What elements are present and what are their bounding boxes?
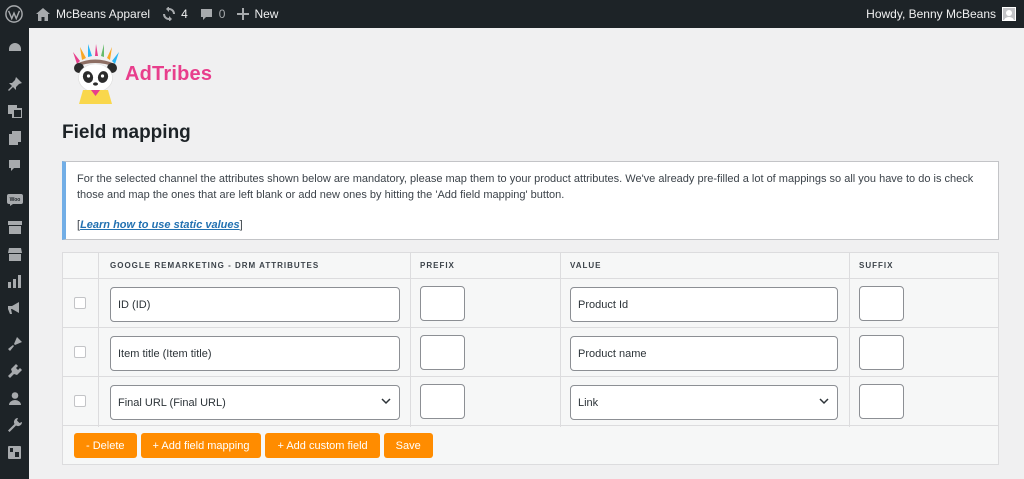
appearance-icon[interactable] [0, 334, 29, 354]
value-text: Product Id [578, 298, 629, 311]
site-name-label: McBeans Apparel [56, 7, 151, 21]
adtribes-mascot-icon [73, 44, 119, 104]
suffix-input[interactable] [859, 286, 904, 321]
comments-icon[interactable] [0, 155, 29, 175]
suffix-input[interactable] [859, 384, 904, 419]
row-checkbox[interactable] [74, 297, 86, 309]
attribute-value: Item title (Item title) [118, 347, 212, 360]
comments-count: 0 [218, 7, 226, 21]
bracket-close: ] [239, 219, 243, 231]
updates-link[interactable]: 4 [156, 0, 194, 28]
svg-text:Woo: Woo [9, 197, 20, 203]
settings-icon[interactable] [0, 442, 29, 462]
avatar [1002, 7, 1016, 21]
header-value: VALUE [570, 261, 602, 270]
prefix-input[interactable] [420, 335, 465, 370]
row-checkbox[interactable] [74, 395, 86, 407]
prefix-input[interactable] [420, 286, 465, 321]
delete-button[interactable]: - Delete [74, 433, 137, 458]
add-custom-field-button[interactable]: + Add custom field [265, 433, 380, 458]
updates-count: 4 [181, 7, 188, 21]
greeting-text: Howdy, Benny McBeans [866, 7, 996, 21]
store-icon[interactable] [0, 244, 29, 264]
attribute-input[interactable]: ID (ID) [110, 287, 400, 322]
adtribes-logo: AdTribes [67, 44, 212, 104]
account-menu[interactable]: Howdy, Benny McBeans [860, 0, 1024, 28]
comments-link[interactable]: 0 [194, 0, 232, 28]
updates-icon [163, 7, 176, 21]
value-input[interactable]: Product Id [570, 287, 838, 322]
value-select[interactable]: Link [570, 385, 838, 420]
notice-link-line: [Learn how to use static values] [77, 217, 987, 233]
field-mapping-table: GOOGLE REMARKETING - DRM ATTRIBUTES PREF… [62, 252, 999, 465]
table-header: GOOGLE REMARKETING - DRM ATTRIBUTES PREF… [63, 253, 998, 279]
page-title: Field mapping [62, 122, 191, 143]
brand-name: AdTribes [125, 62, 213, 85]
users-icon[interactable] [0, 388, 29, 408]
info-notice: For the selected channel the attributes … [62, 161, 999, 240]
main-content: AdTribes Field mapping For the selected … [29, 28, 1024, 479]
suffix-input[interactable] [859, 335, 904, 370]
header-attributes: GOOGLE REMARKETING - DRM ATTRIBUTES [110, 261, 320, 270]
site-name-link[interactable]: McBeans Apparel [30, 0, 156, 28]
woocommerce-icon[interactable]: Woo [0, 190, 29, 210]
value-text: Product name [578, 347, 647, 360]
plus-icon [237, 8, 250, 20]
add-field-mapping-button[interactable]: + Add field mapping [140, 433, 262, 458]
value-text: Link [578, 396, 599, 409]
pin-icon[interactable] [0, 74, 29, 94]
new-label: New [254, 7, 279, 21]
table-row: Final URL (Final URL) Link [63, 377, 998, 426]
analytics-icon[interactable] [0, 271, 29, 291]
chevron-down-icon [381, 398, 391, 405]
products-icon[interactable] [0, 217, 29, 237]
table-row: ID (ID) Product Id [63, 279, 998, 328]
attribute-select[interactable]: Final URL (Final URL) [110, 385, 400, 420]
admin-side-menu: Woo [0, 28, 29, 479]
plugins-icon[interactable] [0, 361, 29, 381]
media-icon[interactable] [0, 101, 29, 121]
static-values-help-link[interactable]: Learn how to use static values [80, 219, 240, 231]
save-button[interactable]: Save [383, 433, 433, 458]
tools-icon[interactable] [0, 415, 29, 435]
action-buttons: - Delete + Add field mapping + Add custo… [74, 433, 437, 458]
pages-icon[interactable] [0, 128, 29, 148]
value-input[interactable]: Product name [570, 336, 838, 371]
attribute-input[interactable]: Item title (Item title) [110, 336, 400, 371]
table-row: Item title (Item title) Product name [63, 328, 998, 377]
prefix-input[interactable] [420, 384, 465, 419]
header-suffix: SUFFIX [859, 261, 894, 270]
home-icon [36, 7, 50, 21]
new-content-link[interactable]: New [231, 0, 284, 28]
wordpress-logo-icon[interactable] [0, 0, 28, 28]
attribute-value: ID (ID) [118, 298, 151, 311]
notice-text: For the selected channel the attributes … [77, 173, 974, 201]
row-checkbox[interactable] [74, 346, 86, 358]
chevron-down-icon [819, 398, 829, 405]
marketing-icon[interactable] [0, 298, 29, 318]
attribute-value: Final URL (Final URL) [118, 396, 226, 409]
header-prefix: PREFIX [420, 261, 455, 270]
dashboard-icon[interactable] [0, 38, 29, 58]
comment-bubble-icon [200, 8, 212, 20]
admin-bar: McBeans Apparel 4 0 New Howdy, Benny McB… [0, 0, 1024, 28]
